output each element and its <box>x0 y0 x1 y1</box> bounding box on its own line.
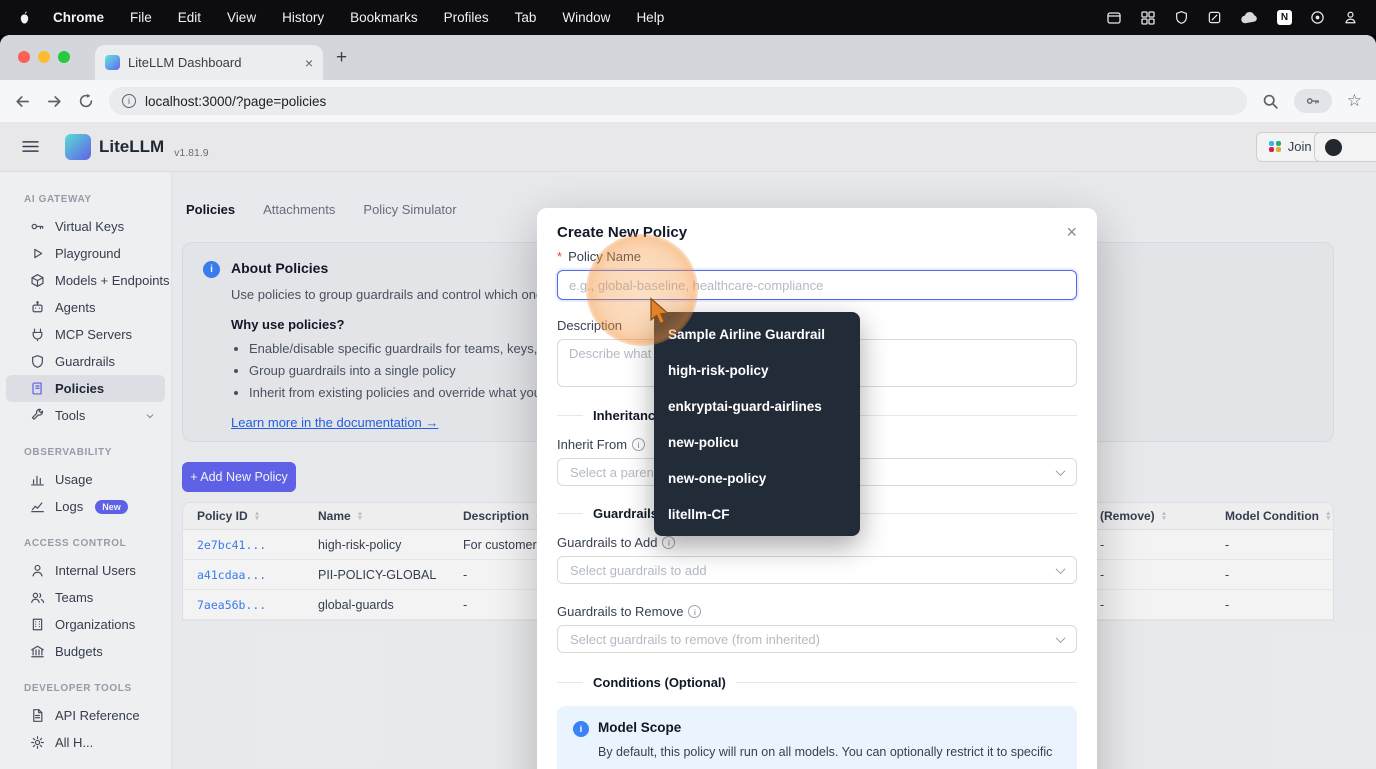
bookmark-star-icon[interactable]: ☆ <box>1347 91 1362 111</box>
guardrails-add-label: Guardrails to Add i <box>557 535 1077 550</box>
dropdown-option[interactable]: litellm-CF <box>654 496 860 532</box>
menu-edit[interactable]: Edit <box>178 10 201 25</box>
policy-name-label: * Policy Name <box>557 249 642 264</box>
new-tab-button[interactable]: + <box>336 47 347 69</box>
zoom-window-button[interactable] <box>58 51 70 63</box>
guardrails-remove-select[interactable]: Select guardrails to remove (from inheri… <box>557 625 1077 653</box>
window-controls <box>18 51 70 63</box>
tab-favicon <box>105 55 120 70</box>
menu-bookmarks[interactable]: Bookmarks <box>350 10 418 25</box>
url-bar[interactable]: i localhost:3000/?page=policies <box>109 87 1247 115</box>
menu-help[interactable]: Help <box>636 10 664 25</box>
site-info-icon[interactable]: i <box>122 94 136 108</box>
user-switch-icon[interactable] <box>1343 10 1358 25</box>
record-icon[interactable] <box>1310 10 1325 25</box>
search-icon[interactable] <box>1262 93 1279 110</box>
close-window-button[interactable] <box>18 51 30 63</box>
dropdown-option[interactable]: enkryptai-guard-airlines <box>654 388 860 424</box>
chevron-down-icon <box>1055 563 1066 574</box>
policy-name-input[interactable] <box>557 270 1077 300</box>
grid-icon[interactable] <box>1140 10 1156 26</box>
window-icon[interactable] <box>1106 10 1122 26</box>
minimize-window-button[interactable] <box>38 51 50 63</box>
browser-toolbar: i localhost:3000/?page=policies ☆ <box>0 80 1376 122</box>
tab-strip: LiteLLM Dashboard × + <box>0 35 1376 80</box>
apple-menu-icon[interactable] <box>18 10 31 25</box>
back-button[interactable] <box>14 93 31 110</box>
note-icon[interactable] <box>1207 10 1222 25</box>
guardrails-remove-label: Guardrails to Remove i <box>557 604 1077 619</box>
close-icon[interactable]: × <box>1066 223 1077 241</box>
dropdown-option[interactable]: new-one-policy <box>654 460 860 496</box>
menu-window[interactable]: Window <box>562 10 610 25</box>
info-icon: i <box>632 438 646 451</box>
browser-tab[interactable]: LiteLLM Dashboard × <box>95 45 323 80</box>
password-manager-icon[interactable] <box>1293 89 1332 113</box>
menubar-app-name[interactable]: Chrome <box>53 10 104 25</box>
menubar-status-icons: N <box>1106 10 1358 26</box>
modal-title: Create New Policy <box>557 224 688 241</box>
tab-close-icon[interactable]: × <box>305 55 313 71</box>
model-scope-title: Model Scope <box>598 720 682 735</box>
menu-view[interactable]: View <box>227 10 256 25</box>
forward-button[interactable] <box>46 93 63 110</box>
macos-menubar: Chrome File Edit View History Bookmarks … <box>0 0 1376 35</box>
reload-button[interactable] <box>78 93 94 109</box>
cloud-icon[interactable] <box>1240 11 1259 25</box>
menu-history[interactable]: History <box>282 10 324 25</box>
dropdown-option[interactable]: high-risk-policy <box>654 352 860 388</box>
conditions-section-divider: Conditions (Optional) <box>557 675 1077 690</box>
tab-title: LiteLLM Dashboard <box>128 55 242 70</box>
info-icon: i <box>688 605 702 618</box>
autocomplete-dropdown: Sample Airline Guardrail high-risk-polic… <box>654 312 860 536</box>
menu-file[interactable]: File <box>130 10 152 25</box>
dropdown-option[interactable]: new-policu <box>654 424 860 460</box>
url-text: localhost:3000/?page=policies <box>145 93 327 109</box>
info-icon: i <box>662 536 676 549</box>
menu-tab[interactable]: Tab <box>515 10 537 25</box>
model-scope-text: By default, this policy will run on all … <box>598 745 1053 759</box>
info-icon: i <box>573 721 589 737</box>
menu-profiles[interactable]: Profiles <box>444 10 489 25</box>
shield-icon[interactable] <box>1174 10 1189 25</box>
model-scope-panel: i Model Scope By default, this policy wi… <box>557 706 1077 769</box>
guardrails-add-select[interactable]: Select guardrails to add <box>557 556 1077 584</box>
notion-icon[interactable]: N <box>1277 10 1292 25</box>
dropdown-option[interactable]: Sample Airline Guardrail <box>654 316 860 352</box>
chevron-down-icon <box>1055 465 1066 476</box>
chevron-down-icon <box>1055 632 1066 643</box>
